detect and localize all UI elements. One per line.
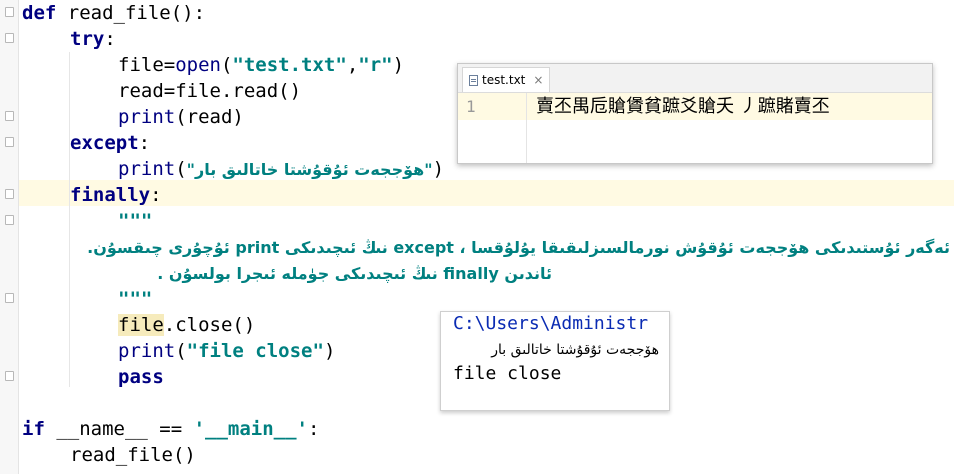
keyword: finally (70, 184, 151, 206)
console-output-line: ھۆججەت ئۇقۇشتا خاتالىق بار (491, 342, 659, 358)
builtin: open (175, 54, 221, 76)
builtin: print (118, 106, 176, 128)
keyword: except (70, 132, 139, 154)
builtin: print (118, 340, 176, 362)
code-line[interactable]: ئاندىن finally نىڭ ئىچىدىكى جۈملە ئىجرا … (120, 260, 552, 286)
console-output-window: C:\Users\Administr ھۆججەت ئۇقۇشتا خاتالى… (440, 311, 670, 411)
tab-label: test.txt (482, 73, 526, 87)
text-file-icon (469, 74, 478, 86)
code-text: read_file(): (56, 2, 206, 24)
fold-marker-icon[interactable] (5, 7, 14, 17)
builtin: print (118, 158, 176, 180)
tab-test-txt[interactable]: test.txt × (462, 67, 551, 92)
fold-marker-icon[interactable] (5, 189, 14, 199)
code-line[interactable]: print(read) (118, 104, 244, 130)
keyword: pass (118, 366, 164, 388)
string-literal: "ھۆججەت ئۇقۇشتا خاتالىق بار" (186, 160, 433, 179)
code-text: , (346, 54, 359, 76)
docstring: ئاندىن finally نىڭ ئىچىدىكى جۈملە ئىجرا … (157, 264, 552, 283)
string-literal: '__main__' (193, 418, 308, 440)
code-text: file= (118, 54, 176, 76)
console-path: C:\Users\Administr (453, 313, 649, 334)
code-text: ) (432, 158, 445, 180)
code-text: ) (323, 340, 336, 362)
code-line[interactable]: pass (118, 364, 164, 390)
code-text: read_file() (70, 444, 196, 466)
code-text: : (308, 418, 320, 440)
code-text: : (138, 132, 151, 154)
code-line[interactable]: read_file() (70, 442, 196, 468)
code-text: read=file.read() (118, 80, 302, 102)
code-line[interactable]: if __name__ == '__main__': (22, 416, 319, 442)
string-literal: "r" (358, 54, 393, 76)
code-text: ( (175, 158, 187, 180)
fold-marker-icon[interactable] (5, 293, 14, 303)
fold-marker-icon[interactable] (5, 33, 14, 43)
code-line[interactable]: file=open("test.txt","r") (118, 52, 404, 78)
docstring: ئەگەر ئۇستىدىكى ھۆججەت ئۇقۇش نورمالسىزلى… (87, 238, 950, 257)
code-text: (read) (175, 106, 244, 128)
code-text: : (150, 184, 162, 206)
line-number: 1 (466, 97, 476, 116)
close-icon[interactable]: × (533, 68, 543, 92)
code-line[interactable]: print("ھۆججەت ئۇقۇشتا خاتالىق بار") (118, 156, 444, 182)
code-text: ) (392, 54, 405, 76)
code-line[interactable]: print("file close") (118, 338, 335, 364)
code-text: __name__ == (44, 418, 194, 440)
keyword: if (22, 418, 45, 440)
code-line[interactable]: file.close() (118, 312, 255, 338)
editor-gutter (0, 0, 19, 474)
fold-marker-icon[interactable] (5, 371, 14, 381)
code-text: ( (175, 340, 187, 362)
keyword: try (70, 28, 105, 50)
docstring: """ (118, 210, 153, 232)
file-preview-popup: test.txt × 1 賣丕禺卮賶賲貧蹠爻賶夭 丿蹠賭賣丕 (457, 63, 933, 164)
tab-bar: test.txt × (458, 64, 932, 93)
string-literal: "file close" (186, 340, 324, 362)
string-literal: "test.txt" (232, 54, 347, 76)
code-line[interactable]: def read_file(): (22, 0, 205, 26)
fold-marker-icon[interactable] (5, 137, 14, 147)
docstring: """ (118, 288, 153, 310)
code-line[interactable]: """ (118, 208, 152, 234)
code-text: .close() (163, 314, 256, 336)
console-output-line: file close (453, 363, 562, 384)
fold-marker-icon[interactable] (5, 215, 14, 225)
file-content[interactable]: 賣丕禺卮賶賲貧蹠爻賶夭 丿蹠賭賣丕 (536, 93, 830, 120)
indent-guide (69, 52, 70, 387)
code-line[interactable]: finally: (70, 182, 162, 208)
code-line[interactable]: """ (118, 286, 152, 312)
code-line[interactable]: except: (70, 130, 150, 156)
keyword: def (22, 2, 57, 24)
code-line[interactable]: try: (70, 26, 116, 52)
code-line[interactable]: ئەگەر ئۇستىدىكى ھۆججەت ئۇقۇش نورمالسىزلى… (87, 234, 950, 260)
code-text: : (104, 28, 116, 50)
code-text: ( (220, 54, 233, 76)
fold-marker-icon[interactable] (5, 111, 14, 121)
code-line[interactable]: read=file.read() (118, 78, 301, 104)
highlighted-identifier: file (118, 314, 164, 336)
